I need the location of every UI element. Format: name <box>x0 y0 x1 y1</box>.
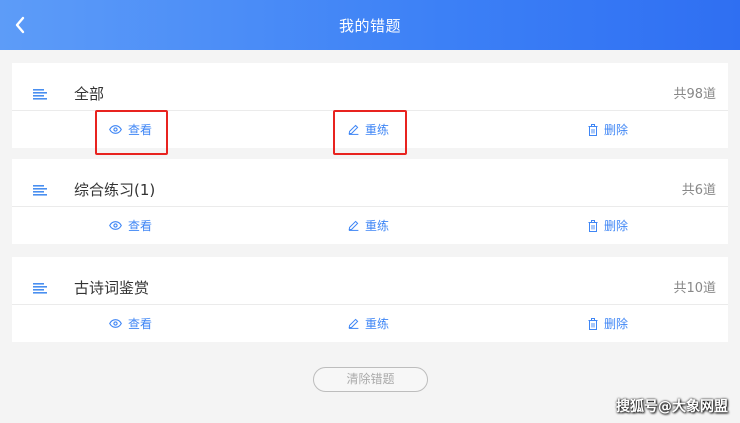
view-button[interactable]: 查看 <box>109 111 152 148</box>
category-header[interactable]: 综合练习(1) 共6道 <box>12 159 728 207</box>
category-card: 全部 共98道 查看 重练 删除 <box>12 63 728 148</box>
delete-button[interactable]: 删除 <box>588 207 628 244</box>
action-bar: 查看 重练 删除 <box>12 207 728 244</box>
list-icon <box>33 89 47 100</box>
delete-button[interactable]: 删除 <box>588 305 628 342</box>
category-card: 古诗词鉴赏 共10道 查看 重练 删除 <box>12 257 728 342</box>
delete-button[interactable]: 删除 <box>588 111 628 148</box>
app-header: 我的错题 <box>0 0 740 50</box>
watermark: 搜狐号@大象网盟 <box>616 399 728 415</box>
category-header[interactable]: 全部 共98道 <box>12 63 728 111</box>
eye-icon <box>109 319 122 328</box>
pencil-icon <box>348 318 359 329</box>
trash-icon <box>588 219 598 232</box>
category-name: 综合练习(1) <box>74 181 156 199</box>
page-title: 我的错题 <box>338 17 401 35</box>
action-bar: 查看 重练 删除 <box>12 111 728 148</box>
delete-label: 删除 <box>604 317 629 331</box>
category-card: 综合练习(1) 共6道 查看 重练 删除 <box>12 159 728 244</box>
redo-button[interactable]: 重练 <box>348 111 389 148</box>
pencil-icon <box>348 220 359 231</box>
redo-label: 重练 <box>365 123 390 137</box>
redo-button[interactable]: 重练 <box>348 207 389 244</box>
category-name: 全部 <box>74 85 105 103</box>
redo-button[interactable]: 重练 <box>348 305 389 342</box>
trash-icon <box>588 317 598 330</box>
delete-label: 删除 <box>604 123 629 137</box>
category-header[interactable]: 古诗词鉴赏 共10道 <box>12 257 728 305</box>
view-label: 查看 <box>128 219 153 233</box>
delete-label: 删除 <box>604 219 629 233</box>
question-count: 共6道 <box>681 183 716 198</box>
redo-label: 重练 <box>365 317 390 331</box>
redo-label: 重练 <box>365 219 390 233</box>
list-icon <box>33 185 47 196</box>
view-label: 查看 <box>128 123 153 137</box>
action-bar: 查看 重练 删除 <box>12 305 728 342</box>
list-icon <box>33 283 47 294</box>
pencil-icon <box>348 124 359 135</box>
eye-icon <box>109 125 122 134</box>
view-button[interactable]: 查看 <box>109 305 152 342</box>
view-label: 查看 <box>128 317 153 331</box>
question-count: 共10道 <box>673 281 716 296</box>
view-button[interactable]: 查看 <box>109 207 152 244</box>
trash-icon <box>588 123 598 136</box>
category-name: 古诗词鉴赏 <box>74 279 150 297</box>
clear-mistakes-button[interactable]: 清除错题 <box>313 367 428 392</box>
question-count: 共98道 <box>673 87 716 102</box>
eye-icon <box>109 221 122 230</box>
